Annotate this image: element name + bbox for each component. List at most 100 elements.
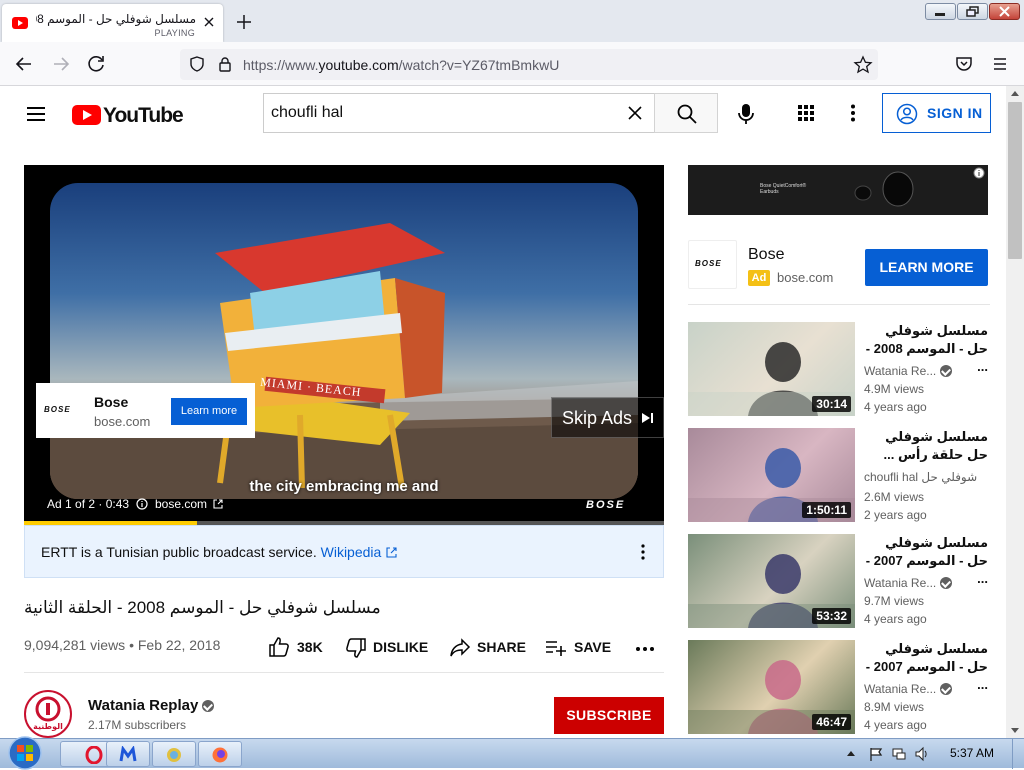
- recommended-video-channel[interactable]: Watania Re...: [864, 682, 953, 696]
- video-thumbnail[interactable]: 1:50:11: [688, 428, 855, 522]
- close-tab-icon[interactable]: [201, 14, 217, 30]
- learn-more-button[interactable]: Learn more: [171, 398, 247, 425]
- ad-counter: Ad 1 of 2 · 0:43: [47, 497, 149, 511]
- scroll-down-icon[interactable]: [1011, 728, 1019, 734]
- youtube-logo[interactable]: YouTube: [72, 104, 184, 127]
- channel-name-text: Watania Re...: [864, 682, 937, 696]
- new-tab-icon[interactable]: [233, 11, 255, 33]
- bose-advertiser-logo[interactable]: BOSE: [688, 240, 737, 289]
- ad-choices-icon[interactable]: [973, 167, 985, 179]
- malwarebytes-icon: [119, 746, 137, 762]
- action-center-flag-icon[interactable]: [868, 746, 884, 762]
- recommended-video[interactable]: 53:32 مسلسل شوفلي حل - الموسم 2007 - ... W…: [688, 534, 990, 630]
- channel-name[interactable]: Watania Replay: [88, 697, 215, 714]
- video-stats: 9,094,281 views • Feb 22, 2018: [24, 637, 221, 653]
- share-button[interactable]: SHARE: [449, 636, 529, 660]
- start-button-icon[interactable]: [6, 736, 44, 770]
- youtube-header: YouTube choufli hal SIGN IN: [0, 86, 1006, 142]
- recommended-video-channel[interactable]: Watania Re...: [864, 364, 953, 378]
- search-input[interactable]: choufli hal: [263, 93, 655, 133]
- show-desktop-button[interactable]: [1012, 739, 1024, 769]
- dislike-button[interactable]: DISLIKE: [345, 636, 435, 660]
- verified-badge-icon: [940, 683, 953, 695]
- pocket-icon[interactable]: [952, 52, 976, 76]
- wikipedia-link[interactable]: Wikipedia: [321, 544, 382, 560]
- tab-bar: مسلسل شوفلي حل - الموسم 2008 PLAYING: [0, 0, 1024, 42]
- share-arrow-icon: [450, 638, 471, 657]
- search-button[interactable]: [654, 93, 718, 133]
- add-to-playlist-icon: [546, 641, 566, 656]
- learn-more-ad-button[interactable]: LEARN MORE: [865, 249, 988, 286]
- ad-info-icon[interactable]: [136, 498, 149, 510]
- channel-avatar[interactable]: الوطنية: [24, 690, 72, 738]
- network-icon[interactable]: [891, 746, 907, 762]
- verified-badge-icon: [202, 700, 215, 712]
- recommended-video-views: 4.9M views: [864, 382, 925, 396]
- minimize-button[interactable]: [925, 3, 956, 20]
- more-options-icon[interactable]: [843, 103, 863, 123]
- clear-search-icon[interactable]: [626, 104, 644, 122]
- scroll-up-icon[interactable]: [1011, 90, 1019, 96]
- clock[interactable]: 5:37 AM: [950, 746, 994, 760]
- forward-arrow-icon[interactable]: [49, 52, 73, 76]
- page-scrollbar[interactable]: [1006, 86, 1024, 738]
- recommended-video-title[interactable]: مسلسل شوفلي حل حلقة رأس ...: [864, 428, 988, 464]
- ad-banner[interactable]: Bose QuietComfort® Earbuds: [688, 165, 988, 215]
- recommended-video-age: 4 years ago: [864, 718, 927, 732]
- taskbar-firefox[interactable]: [198, 741, 242, 767]
- video-duration: 30:14: [812, 396, 851, 412]
- more-actions-icon[interactable]: [635, 639, 655, 659]
- ad-link[interactable]: bose.com: [155, 497, 223, 511]
- video-player[interactable]: MIAMI · BEACH the city embracing me and …: [24, 165, 664, 525]
- reload-icon[interactable]: [84, 52, 108, 76]
- video-thumbnail[interactable]: 53:32: [688, 534, 855, 628]
- hamburger-menu-icon[interactable]: [988, 52, 1012, 76]
- video-thumbnail[interactable]: 46:47: [688, 640, 855, 734]
- tracking-shield-icon[interactable]: [188, 55, 206, 73]
- volume-icon[interactable]: [914, 746, 930, 762]
- account-circle-icon: [896, 103, 918, 125]
- thumbs-up-icon: [269, 637, 289, 657]
- guide-menu-icon[interactable]: [24, 102, 48, 126]
- info-more-icon[interactable]: [635, 543, 651, 561]
- info-description: ERTT is a Tunisian public broadcast serv…: [41, 544, 317, 560]
- back-arrow-icon[interactable]: [12, 52, 36, 76]
- recommended-video-age: 4 years ago: [864, 400, 927, 414]
- recommended-video[interactable]: 30:14 مسلسل شوفلي حل - الموسم 2008 - ... W…: [688, 322, 990, 418]
- search-icon: [677, 104, 697, 124]
- ad-counter-text: Ad 1 of 2 · 0:43: [47, 497, 130, 511]
- recommended-video-channel[interactable]: Watania Re...: [864, 576, 953, 590]
- recommended-video-views: 2.6M views: [864, 490, 925, 504]
- recommended-video[interactable]: 1:50:11 مسلسل شوفلي حل حلقة رأس ... choufl…: [688, 428, 990, 524]
- external-link-icon: [213, 499, 223, 509]
- earbuds-image: [854, 171, 914, 207]
- taskbar-malwarebytes[interactable]: [106, 741, 150, 767]
- ad-advertiser: Bose: [94, 394, 129, 410]
- channel-name-text: Watania Replay: [88, 697, 199, 714]
- save-button[interactable]: SAVE: [545, 636, 617, 660]
- show-hidden-icons-icon[interactable]: [846, 749, 856, 757]
- ad-overlay-card[interactable]: BOSE Bose bose.com Learn more: [36, 383, 255, 438]
- lock-icon[interactable]: [216, 55, 234, 73]
- maximize-button[interactable]: [957, 3, 988, 20]
- bookmark-star-icon[interactable]: [853, 55, 873, 75]
- watania-logo-icon: [35, 696, 61, 722]
- recommended-video[interactable]: 46:47 مسلسل شوفلي حل - الموسم 2007 - ... W…: [688, 640, 990, 736]
- opera-icon: [85, 746, 103, 764]
- close-window-button[interactable]: [989, 3, 1020, 20]
- taskbar-explorer[interactable]: [152, 741, 196, 767]
- sign-in-button[interactable]: SIGN IN: [882, 93, 991, 133]
- skip-ads-button[interactable]: Skip Ads: [551, 397, 664, 438]
- microphone-icon[interactable]: [735, 102, 757, 126]
- skip-ads-label: Skip Ads: [562, 408, 633, 428]
- browser-tab-active[interactable]: مسلسل شوفلي حل - الموسم 2008 PLAYING: [2, 4, 223, 42]
- subscribe-button[interactable]: SUBSCRIBE: [554, 697, 664, 734]
- video-frame: MIAMI · BEACH: [50, 183, 638, 499]
- video-duration: 53:32: [812, 608, 851, 624]
- ad-advertiser-domain: bose.com: [777, 270, 834, 285]
- scrollbar-thumb[interactable]: [1008, 102, 1022, 259]
- video-thumbnail[interactable]: 30:14: [688, 322, 855, 416]
- address-bar[interactable]: https://www.youtube.com/watch?v=YZ67tmBm…: [180, 49, 878, 80]
- video-duration: 1:50:11: [802, 502, 851, 518]
- apps-grid-icon[interactable]: [796, 103, 816, 123]
